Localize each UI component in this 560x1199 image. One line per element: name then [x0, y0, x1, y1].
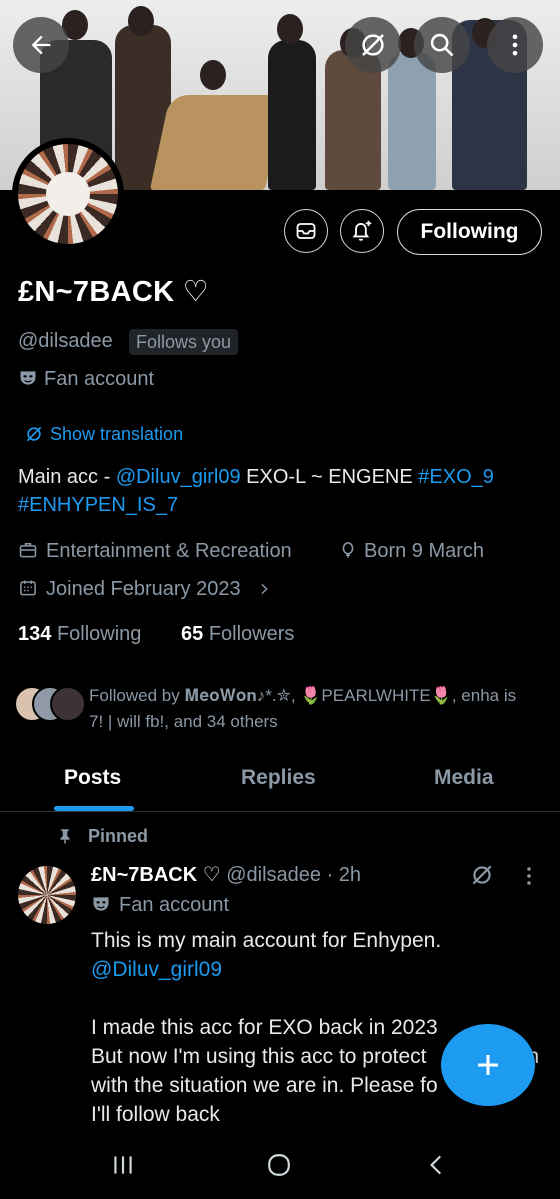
following-count: 134	[18, 623, 52, 645]
recent-apps-button[interactable]	[110, 1152, 136, 1183]
arrow-left-icon	[31, 35, 51, 55]
profession-row: Entertainment & Recreation	[18, 540, 292, 563]
show-translation-label: Show translation	[50, 424, 184, 444]
post-meta: @dilsadee · 2h	[226, 864, 362, 886]
search-icon	[430, 33, 454, 57]
tab-posts[interactable]: Posts	[64, 766, 121, 790]
system-back-button[interactable]	[424, 1152, 450, 1183]
translate-button[interactable]	[345, 17, 401, 73]
follower-avatar	[50, 686, 86, 722]
recents-icon	[114, 1156, 132, 1174]
pin-icon	[60, 829, 70, 844]
post-mention-link[interactable]: @Diluv_girl09	[91, 955, 551, 984]
follows-you-badge: Follows you	[129, 329, 239, 355]
hashtag-exo-link[interactable]: #EXO_9	[418, 466, 494, 488]
following-button[interactable]: Following	[397, 209, 542, 255]
following-stat[interactable]: 134 Following	[18, 623, 141, 646]
briefcase-icon	[19, 543, 37, 558]
post-translate-button[interactable]	[469, 862, 495, 893]
plus-icon	[478, 1055, 498, 1075]
bio-mention-link[interactable]: @Diluv_girl09	[116, 466, 241, 488]
post-category-row: Fan account	[91, 894, 229, 917]
tab-media[interactable]: Media	[434, 766, 494, 790]
birthday-label: Born 9 March	[364, 540, 485, 562]
notify-button[interactable]	[340, 209, 384, 253]
profile-avatar[interactable]	[12, 138, 124, 250]
followers-stat-label: Followers	[208, 623, 295, 645]
followers-count: 65	[181, 623, 204, 645]
pinned-label-row: Pinned	[56, 826, 148, 847]
user-handle: @dilsadee	[18, 330, 113, 352]
display-name: £N~7BACK ♡	[18, 276, 209, 308]
system-navigation-bar	[0, 1130, 560, 1199]
more-button[interactable]	[487, 17, 543, 73]
calendar-icon	[20, 580, 36, 596]
chevron-right-icon	[261, 583, 268, 595]
post-more-button[interactable]	[519, 864, 539, 893]
followers-stat[interactable]: 65 Followers	[181, 623, 294, 646]
show-translation-link[interactable]: Show translation	[24, 424, 183, 445]
home-icon	[268, 1154, 290, 1176]
back-button[interactable]	[13, 17, 69, 73]
category-label: Fan account	[44, 368, 155, 390]
post-author-name[interactable]: £N~7BACK ♡	[91, 864, 221, 886]
post-author-avatar[interactable]	[18, 866, 76, 924]
mail-icon	[296, 223, 316, 239]
compose-post-button[interactable]	[441, 1024, 535, 1106]
profession-label: Entertainment & Recreation	[46, 540, 292, 562]
post-header: £N~7BACK ♡ @dilsadee · 2h	[91, 862, 361, 887]
category-row: Fan account	[18, 368, 154, 391]
home-button[interactable]	[266, 1152, 292, 1183]
mask-icon	[93, 897, 109, 911]
followed-by-text[interactable]: Followed by 𝐌𝐞𝐨𝐖𝐨𝐧♪*.✮, 🌷PEARLWHITE🌷, en…	[89, 683, 516, 735]
tab-replies[interactable]: Replies	[241, 766, 316, 790]
birthday-row: Born 9 March	[338, 540, 484, 563]
search-button[interactable]	[414, 17, 470, 73]
chevron-left-icon	[430, 1155, 442, 1175]
translate-icon	[26, 426, 42, 442]
bell-plus-icon	[352, 220, 372, 241]
translate-off-icon	[362, 34, 384, 56]
mask-icon	[20, 371, 36, 385]
profile-bio: Main acc - @Diluv_girl09 EXO-L ~ ENGENE …	[18, 466, 494, 516]
hashtag-enhypen-link[interactable]: #ENHYPEN_IS_7	[18, 494, 178, 516]
joined-label: Joined February 2023	[46, 578, 241, 600]
following-stat-label: Following	[56, 623, 142, 645]
more-vertical-icon	[527, 867, 531, 885]
translate-off-icon	[472, 865, 492, 885]
tabs-divider	[0, 811, 560, 812]
message-button[interactable]	[284, 209, 328, 253]
joined-row[interactable]: Joined February 2023	[18, 578, 272, 601]
balloon-icon	[342, 542, 354, 558]
more-vertical-icon	[512, 34, 518, 56]
